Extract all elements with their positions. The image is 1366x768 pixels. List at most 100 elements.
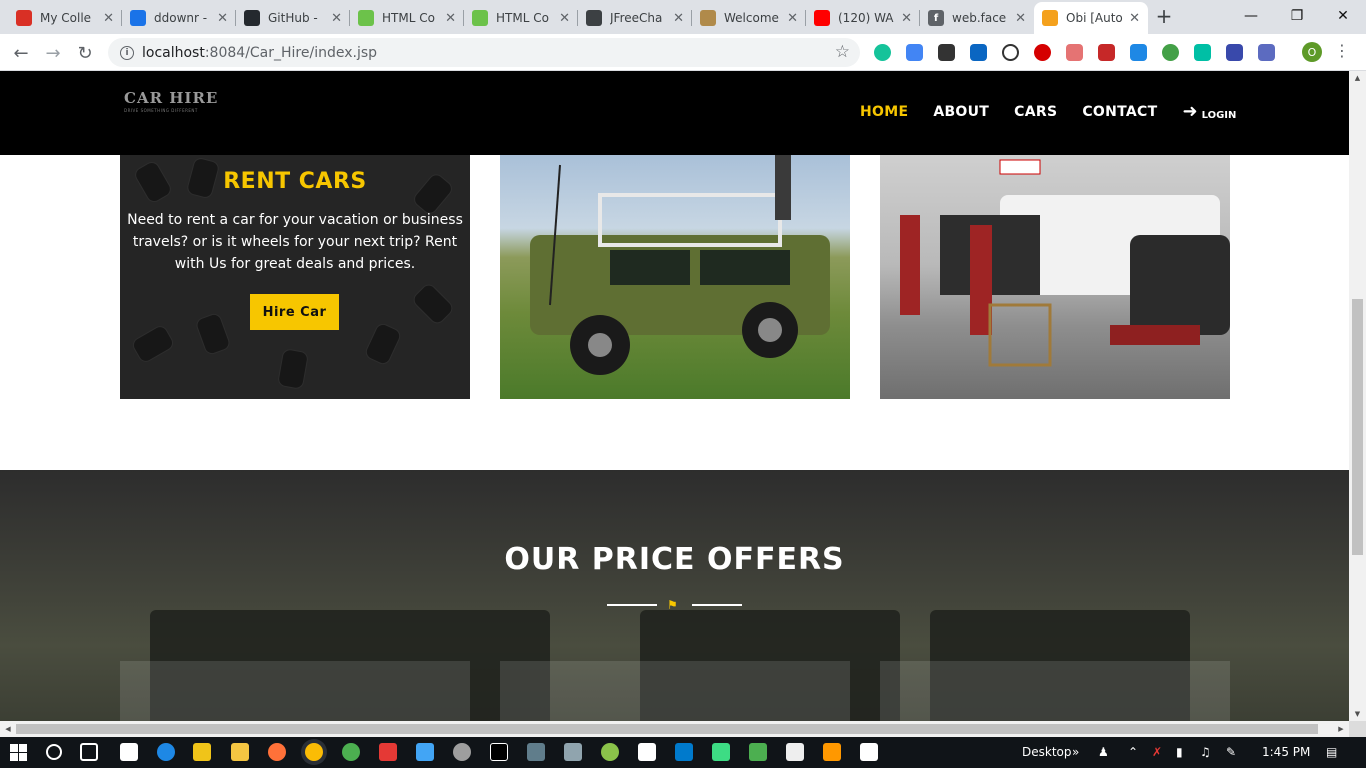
tab-close-icon[interactable]: ✕ (445, 11, 456, 26)
chevron-up-icon[interactable]: ⌃ (1128, 745, 1138, 759)
tab-close-icon[interactable]: ✕ (217, 11, 228, 26)
tab-close-icon[interactable]: ✕ (103, 11, 114, 26)
extension-icon-13[interactable] (1258, 44, 1275, 61)
tab-title: ddownr - (154, 11, 208, 25)
android-studio-icon[interactable] (712, 743, 730, 761)
nav-cars-link[interactable]: CARS (1014, 104, 1057, 120)
app-icon-14[interactable] (527, 743, 545, 761)
desktop-toolbar-label[interactable]: Desktop (1022, 745, 1072, 759)
scroll-right-arrow-icon[interactable]: ▶ (1333, 721, 1349, 737)
tab-close-icon[interactable]: ✕ (787, 11, 798, 26)
sublime-icon[interactable] (823, 743, 841, 761)
browser-tab[interactable]: (120) WA ✕ (806, 2, 920, 34)
site-logo[interactable]: CAR HIRE DRIVE SOMETHING DIFFERENT (124, 89, 218, 113)
app-icon-20[interactable] (749, 743, 767, 761)
address-bar[interactable]: i localhost:8084/Car_Hire/index.jsp ☆ (108, 38, 860, 67)
edge-icon[interactable] (157, 743, 175, 761)
close-window-button[interactable]: ✕ (1320, 0, 1366, 32)
network-error-icon[interactable]: ✗ (1152, 745, 1162, 759)
tab-close-icon[interactable]: ✕ (559, 11, 570, 26)
extension-icon-11[interactable] (1194, 44, 1211, 61)
extension-icon-7[interactable] (1066, 44, 1083, 61)
browser-tab[interactable]: ddownr - ✕ (122, 2, 236, 34)
chrome-icon[interactable] (305, 743, 323, 761)
profile-avatar[interactable]: O (1302, 42, 1322, 62)
vertical-scroll-thumb[interactable] (1352, 299, 1363, 555)
title-divider: ⚑ (607, 598, 742, 612)
minimize-button[interactable]: — (1228, 0, 1274, 32)
browser-tab[interactable]: HTML Co ✕ (464, 2, 578, 34)
browser-tab[interactable]: Welcome ✕ (692, 2, 806, 34)
app-icon-10[interactable] (379, 743, 397, 761)
cortana-icon[interactable] (46, 744, 62, 760)
speed-extension-icon[interactable] (1002, 44, 1019, 61)
scroll-left-arrow-icon[interactable]: ◀ (0, 721, 16, 737)
browser-tab[interactable]: Obi [Auto ✕ (1034, 2, 1148, 34)
people-icon[interactable]: ♟ (1098, 745, 1109, 759)
extension-icon-8[interactable] (1098, 44, 1115, 61)
menu-dots-icon[interactable]: ⋮ (1334, 41, 1350, 60)
notification-icon[interactable]: ▤ (1326, 745, 1337, 759)
price-card (120, 661, 470, 721)
extension-icon-12[interactable] (1226, 44, 1243, 61)
maximize-button[interactable]: ❐ (1274, 0, 1320, 32)
horizontal-scrollbar[interactable]: ◀ ▶ (0, 721, 1349, 737)
login-link[interactable]: ➜ LOGIN (1182, 103, 1236, 122)
extension-icon-10[interactable] (1162, 44, 1179, 61)
tab-close-icon[interactable]: ✕ (673, 11, 684, 26)
intellij-icon[interactable] (490, 743, 508, 761)
firefox-icon[interactable] (268, 743, 286, 761)
nav-home-link[interactable]: HOME (860, 104, 908, 120)
volume-icon[interactable]: ♫ (1200, 745, 1211, 759)
windows-start-icon[interactable] (10, 744, 27, 761)
scroll-up-arrow-icon[interactable]: ▲ (1349, 71, 1366, 85)
browser-tab[interactable]: JFreeCha ✕ (578, 2, 692, 34)
system-clock[interactable]: 1:45 PM (1262, 745, 1310, 759)
tab-close-icon[interactable]: ✕ (1129, 11, 1140, 26)
translate-extension-icon[interactable] (906, 44, 923, 61)
back-arrow-icon[interactable]: ← (8, 40, 34, 66)
browser-tab[interactable]: GitHub - ✕ (236, 2, 350, 34)
app-icon-15[interactable] (564, 743, 582, 761)
pen-icon[interactable]: ✎ (1226, 745, 1236, 759)
tab-close-icon[interactable]: ✕ (901, 11, 912, 26)
tab-close-icon[interactable]: ✕ (1015, 11, 1026, 26)
nav-about-link[interactable]: ABOUT (933, 104, 989, 120)
store-icon[interactable] (193, 743, 211, 761)
virtualbox-icon[interactable] (416, 743, 434, 761)
tab-favicon-icon (700, 10, 716, 26)
task-view-icon[interactable] (80, 743, 98, 761)
extension-icon-9[interactable] (1130, 44, 1147, 61)
mail-icon[interactable] (120, 743, 138, 761)
tab-favicon-icon (814, 10, 830, 26)
browser-tab[interactable]: f web.face ✕ (920, 2, 1034, 34)
chevron-right-icon[interactable]: » (1072, 745, 1079, 759)
forward-arrow-icon[interactable]: → (40, 40, 66, 66)
vscode-icon[interactable] (675, 743, 693, 761)
app-icon-17[interactable] (638, 743, 656, 761)
site-info-icon[interactable]: i (120, 45, 134, 60)
bookmark-star-icon[interactable]: ☆ (835, 42, 850, 62)
battery-icon[interactable]: ▮ (1176, 745, 1183, 759)
scroll-down-arrow-icon[interactable]: ▼ (1349, 707, 1366, 721)
app-icon-21[interactable] (786, 743, 804, 761)
browser-tab[interactable]: My Colle ✕ (8, 2, 122, 34)
vertical-scrollbar[interactable]: ▲ ▼ (1349, 71, 1366, 721)
utorrent-icon[interactable] (601, 743, 619, 761)
globe-icon[interactable] (342, 743, 360, 761)
new-tab-button[interactable]: + (1152, 4, 1176, 28)
opera-extension-icon[interactable] (1034, 44, 1051, 61)
reload-icon[interactable]: ↻ (72, 40, 98, 66)
app-icon-12[interactable] (453, 743, 471, 761)
hire-car-button[interactable]: Hire Car (250, 294, 339, 330)
nav-contact-link[interactable]: CONTACT (1082, 104, 1157, 120)
tab-close-icon[interactable]: ✕ (331, 11, 342, 26)
grammarly-extension-icon[interactable] (874, 44, 891, 61)
horizontal-scroll-thumb[interactable] (16, 724, 1318, 734)
rent-cars-title: RENT CARS (223, 169, 367, 194)
photos-icon[interactable] (860, 743, 878, 761)
file-explorer-icon[interactable] (231, 743, 249, 761)
box-extension-icon[interactable] (938, 44, 955, 61)
linkedin-extension-icon[interactable] (970, 44, 987, 61)
browser-tab[interactable]: HTML Co ✕ (350, 2, 464, 34)
